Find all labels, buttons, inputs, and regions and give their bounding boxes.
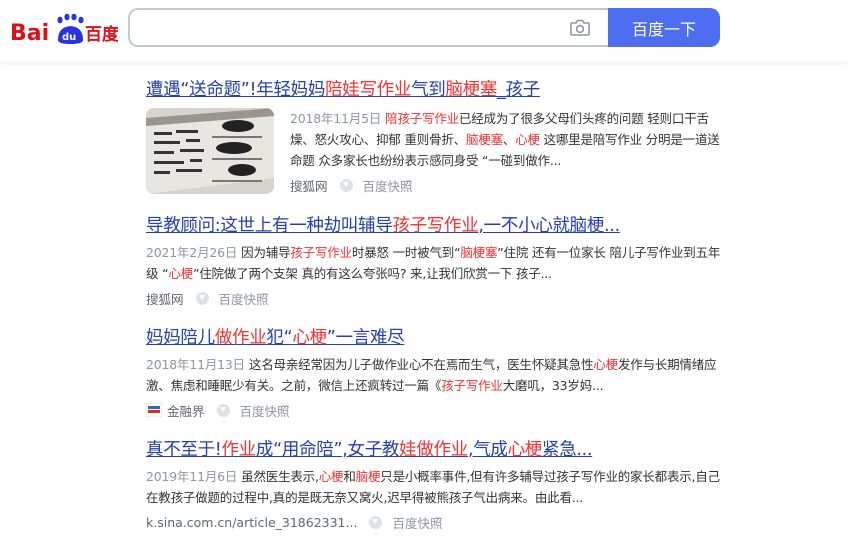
result-source-name[interactable]: 金融界: [167, 401, 205, 420]
text-segment: 因为辅导: [241, 245, 291, 260]
text-segment: ”一言难尽: [326, 328, 405, 348]
text-segment: 这名母亲经常因为儿子做作业心不在焉而生气，医生怀疑其急性: [248, 357, 594, 372]
result-item: 真不至于!作业成“用命陪”,女子教娃做作业,气成心梗紧急... 2019年11月…: [146, 438, 726, 533]
highlight-keyword: 心梗: [318, 469, 344, 484]
snapshot-icon: [195, 291, 209, 305]
text-segment: 犯“: [266, 328, 293, 348]
snapshot-icon: [216, 403, 230, 417]
result-source: 搜狐网 百度快照: [290, 174, 726, 196]
snapshot-link[interactable]: 百度快照: [392, 513, 442, 532]
text-segment: 、: [502, 132, 516, 147]
text-segment: 成“用命陪”,女子教: [255, 440, 400, 460]
highlight-keyword: 孩子写作业: [441, 378, 503, 393]
text-segment: 遭遇“送命题”!年轻妈妈: [146, 80, 326, 100]
result-source: 金融界 百度快照: [146, 399, 726, 421]
snapshot-link[interactable]: 百度快照: [363, 176, 413, 195]
result-abstract: 2019年11月6日 虽然医生表示,心梗和脑梗只是小概率事件,但有许多辅导过孩子写…: [146, 466, 726, 508]
result-title-link[interactable]: 真不至于!作业成“用命陪”,女子教娃做作业,气成心梗紧急...: [146, 438, 726, 462]
highlight-keyword: 脑梗塞: [465, 132, 503, 147]
highlight-keyword: 孩子写作业: [290, 245, 352, 260]
text-segment: 紧急...: [542, 440, 593, 460]
result-date: 2018年11月5日: [290, 111, 382, 126]
text-segment: 导教顾问:这世上有一种劫叫辅导: [146, 216, 393, 236]
search-results: 遭遇“送命题”!年轻妈妈陪娃写作业气到脑梗塞_孩子 2018年11月5日 陪孩子…: [146, 78, 726, 533]
result-source: 搜狐网 百度快照: [146, 287, 726, 309]
highlight-keyword: 做作业: [214, 328, 267, 348]
text-segment: 气到: [411, 80, 446, 100]
result-source-name[interactable]: 搜狐网: [290, 176, 328, 195]
result-date: 2019年11月6日: [146, 469, 238, 484]
text-segment: 和: [343, 469, 356, 484]
highlight-keyword: 心梗: [515, 132, 540, 147]
result-source-name[interactable]: k.sina.com.cn/article_31862331...: [146, 515, 357, 530]
snapshot-icon: [339, 178, 353, 192]
highlight-keyword: 心梗: [292, 328, 327, 348]
text-segment: 时暴怒 一时被气到“: [351, 245, 461, 260]
text-segment: ,气成: [467, 440, 508, 460]
search-button[interactable]: 百度一下: [608, 8, 720, 47]
result-abstract: 2021年2月26日 因为辅导孩子写作业时暴怒 一时被气到“脑梗塞”住院 还有一位…: [146, 242, 726, 284]
text-segment: ”住院做了两个支架 真的有这么夸张吗? 来,让我们欣赏一下 孩子...: [192, 266, 552, 281]
snapshot-link[interactable]: 百度快照: [240, 401, 290, 420]
camera-icon[interactable]: [570, 19, 590, 36]
result-source: k.sina.com.cn/article_31862331... 百度快照: [146, 511, 726, 533]
search-input[interactable]: [130, 10, 550, 45]
snapshot-link[interactable]: 百度快照: [219, 289, 269, 308]
site-favicon-icon: [146, 403, 162, 417]
highlight-keyword: 心梗: [593, 357, 618, 372]
text-segment: 大磨叽，33岁妈...: [502, 378, 604, 393]
highlight-keyword: 孩子写作业: [392, 216, 479, 236]
text-segment: 真不至于!: [146, 440, 222, 460]
result-date: 2018年11月13日: [146, 357, 245, 372]
search-box: [128, 8, 608, 47]
highlight-keyword: 作业: [221, 440, 257, 460]
result-abstract: 2018年11月13日 这名母亲经常因为儿子做作业心不在焉而生气，医生怀疑其急性心…: [146, 354, 726, 396]
result-title-link[interactable]: 妈妈陪儿做作业犯“心梗”一言难尽: [146, 326, 726, 350]
text-segment: _孩子: [497, 80, 540, 100]
text-segment: ,一不小心就脑梗...: [478, 216, 620, 236]
search-header: Bai du 百度 百度一下: [0, 0, 848, 62]
result-thumbnail[interactable]: [146, 108, 274, 194]
result-title-link[interactable]: 遭遇“送命题”!年轻妈妈陪娃写作业气到脑梗塞_孩子: [146, 78, 726, 102]
result-abstract: 2018年11月5日 陪孩子写作业已经成为了很多父母们头疼的问题 轻则口干舌燥、怒…: [290, 108, 726, 171]
highlight-keyword: 脑梗塞: [445, 80, 498, 100]
text-segment: 虽然医生表示,: [241, 469, 319, 484]
highlight-keyword: 陪孩子写作业: [385, 111, 459, 126]
highlight-keyword: 陪娃写作业: [325, 80, 412, 100]
baidu-logo[interactable]: Bai du 百度: [8, 12, 118, 48]
result-item: 遭遇“送命题”!年轻妈妈陪娃写作业气到脑梗塞_孩子 2018年11月5日 陪孩子…: [146, 78, 726, 196]
svg-text:du: du: [62, 32, 76, 43]
highlight-keyword: 心梗: [168, 266, 193, 281]
text-segment: 妈妈陪儿: [146, 328, 215, 348]
highlight-keyword: 脑梗塞: [460, 245, 498, 260]
highlight-keyword: 脑梗: [355, 469, 381, 484]
svg-text:Bai: Bai: [10, 21, 49, 46]
svg-text:百度: 百度: [85, 24, 118, 45]
highlight-keyword: 娃做作业: [399, 440, 468, 460]
result-source-name[interactable]: 搜狐网: [146, 289, 184, 308]
snapshot-icon: [369, 515, 383, 529]
result-item: 导教顾问:这世上有一种劫叫辅导孩子写作业,一不小心就脑梗... 2021年2月2…: [146, 214, 726, 309]
result-date: 2021年2月26日: [146, 245, 238, 260]
result-title-link[interactable]: 导教顾问:这世上有一种劫叫辅导孩子写作业,一不小心就脑梗...: [146, 214, 726, 238]
result-item: 妈妈陪儿做作业犯“心梗”一言难尽 2018年11月13日 这名母亲经常因为儿子做作…: [146, 326, 726, 421]
highlight-keyword: 心梗: [507, 440, 543, 460]
